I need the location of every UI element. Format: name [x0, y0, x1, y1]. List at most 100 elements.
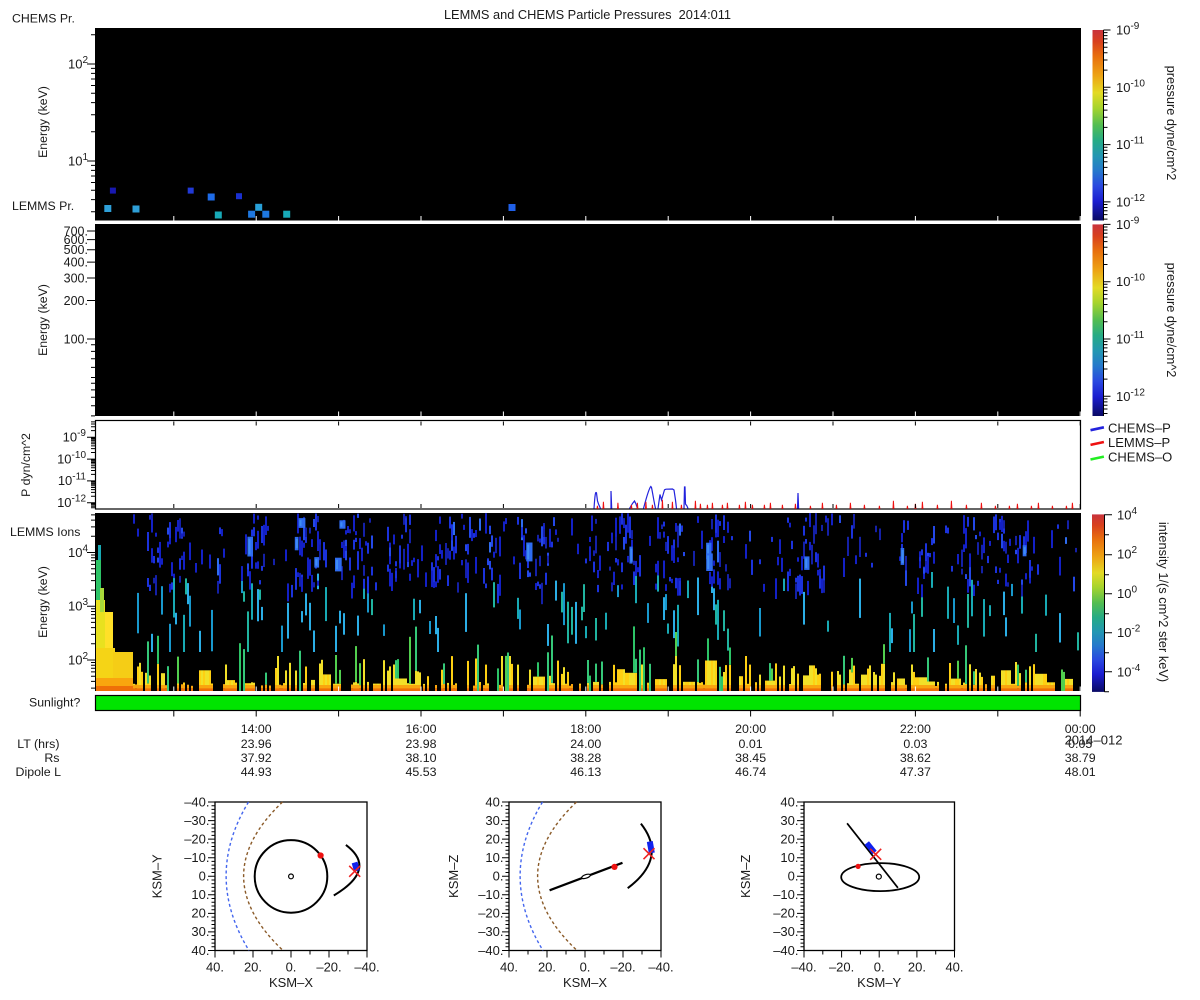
svg-text:10-10: 10-10: [57, 450, 86, 467]
svg-text:20:00: 20:00: [735, 722, 766, 736]
svg-text:–20.: –20.: [184, 831, 209, 846]
svg-text:40.: 40.: [206, 960, 224, 975]
svg-text:LEMMS and CHEMS Particle Press: LEMMS and CHEMS Particle Pressures 2014:…: [444, 7, 731, 22]
svg-text:102: 102: [1117, 545, 1137, 562]
svg-text:104: 104: [1117, 506, 1137, 523]
svg-text:14:00: 14:00: [241, 722, 272, 736]
svg-text:20.: 20.: [191, 906, 209, 921]
svg-text:47.37: 47.37: [900, 765, 931, 779]
svg-text:20.: 20.: [780, 831, 798, 846]
svg-text:pressure dyne/cm^2: pressure dyne/cm^2: [1164, 263, 1179, 378]
svg-text:–20.: –20.: [478, 906, 503, 921]
svg-text:40.: 40.: [500, 960, 518, 975]
svg-text:–40.: –40.: [478, 943, 503, 958]
svg-text:2014–012: 2014–012: [1065, 733, 1123, 748]
svg-text:KSM–X: KSM–X: [563, 975, 607, 990]
svg-text:30.: 30.: [780, 813, 798, 828]
svg-text:20.: 20.: [538, 960, 556, 975]
svg-text:10-9: 10-9: [1116, 215, 1140, 232]
svg-text:–20.: –20.: [829, 960, 854, 975]
svg-text:–30.: –30.: [478, 924, 503, 939]
svg-text:0.03: 0.03: [903, 737, 927, 751]
svg-text:103: 103: [68, 597, 88, 614]
svg-text:10-11: 10-11: [1116, 136, 1145, 153]
svg-text:KSM–Y: KSM–Y: [857, 975, 901, 990]
svg-text:10-4: 10-4: [1117, 663, 1141, 680]
svg-text:–40.: –40.: [791, 960, 816, 975]
svg-text:–10.: –10.: [184, 850, 209, 865]
svg-text:38.62: 38.62: [900, 751, 931, 765]
svg-text:16:00: 16:00: [405, 722, 436, 736]
svg-text:10-2: 10-2: [1117, 624, 1141, 641]
svg-text:LEMMS Ions: LEMMS Ions: [10, 525, 80, 539]
svg-text:KSM–Z: KSM–Z: [738, 855, 753, 898]
svg-text:0.: 0.: [199, 869, 210, 884]
svg-text:10-9: 10-9: [63, 428, 87, 445]
svg-text:100.: 100.: [64, 333, 88, 347]
svg-text:46.74: 46.74: [735, 765, 766, 779]
svg-text:10.: 10.: [485, 850, 503, 865]
svg-text:P dyn/cm^2: P dyn/cm^2: [19, 433, 33, 497]
svg-text:CHEMS Pr.: CHEMS Pr.: [12, 12, 75, 26]
svg-text:20.: 20.: [244, 960, 262, 975]
svg-text:300.: 300.: [64, 272, 88, 286]
svg-text:400.: 400.: [64, 256, 88, 270]
svg-text:–20.: –20.: [610, 960, 635, 975]
svg-text:10-12: 10-12: [57, 494, 86, 511]
svg-text:37.92: 37.92: [241, 751, 272, 765]
svg-text:20.: 20.: [908, 960, 926, 975]
svg-text:–30.: –30.: [184, 813, 209, 828]
svg-text:102: 102: [68, 55, 88, 72]
svg-text:102: 102: [68, 651, 88, 668]
svg-text:CHEMS–P: CHEMS–P: [1108, 420, 1171, 435]
svg-text:101: 101: [68, 152, 88, 169]
svg-text:LEMMS Pr.: LEMMS Pr.: [12, 199, 74, 213]
svg-text:–40.: –40.: [773, 943, 798, 958]
svg-text:23.96: 23.96: [241, 737, 272, 751]
svg-text:–20.: –20.: [773, 906, 798, 921]
svg-text:Dipole L: Dipole L: [16, 765, 62, 779]
svg-text:Rs: Rs: [44, 751, 59, 765]
svg-text:104: 104: [68, 543, 88, 560]
svg-text:38.79: 38.79: [1065, 751, 1096, 765]
svg-text:38.28: 38.28: [570, 751, 601, 765]
svg-text:KSM–Z: KSM–Z: [446, 855, 461, 898]
svg-text:KSM–X: KSM–X: [269, 975, 313, 990]
svg-text:10.: 10.: [780, 850, 798, 865]
svg-text:pressure dyne/cm^2: pressure dyne/cm^2: [1164, 66, 1179, 181]
svg-text:–10.: –10.: [478, 887, 503, 902]
svg-text:LEMMS–P: LEMMS–P: [1108, 435, 1170, 450]
svg-text:KSM–Y: KSM–Y: [150, 854, 165, 898]
svg-text:23.98: 23.98: [405, 737, 436, 751]
svg-text:Energy (keV): Energy (keV): [36, 284, 50, 356]
svg-text:–20.: –20.: [316, 960, 341, 975]
svg-text:Energy (keV): Energy (keV): [36, 566, 50, 638]
svg-text:22:00: 22:00: [900, 722, 931, 736]
svg-text:intensity 1/(s cm^2 ster keV): intensity 1/(s cm^2 ster keV): [1156, 522, 1171, 682]
svg-text:Sunlight?: Sunlight?: [29, 696, 80, 710]
svg-text:10-9: 10-9: [1116, 21, 1140, 38]
svg-text:Energy (keV): Energy (keV): [36, 86, 50, 158]
svg-text:45.53: 45.53: [405, 765, 436, 779]
svg-text:–40.: –40.: [184, 794, 209, 809]
svg-text:–40.: –40.: [648, 960, 673, 975]
svg-text:10.: 10.: [191, 887, 209, 902]
svg-text:10-12: 10-12: [1116, 387, 1145, 404]
svg-text:10-12: 10-12: [1116, 193, 1145, 210]
svg-text:100: 100: [1117, 584, 1137, 601]
svg-text:0.01: 0.01: [739, 737, 763, 751]
svg-text:–40.: –40.: [354, 960, 379, 975]
svg-text:40.: 40.: [485, 794, 503, 809]
svg-text:–10.: –10.: [773, 887, 798, 902]
svg-text:38.45: 38.45: [735, 751, 766, 765]
svg-text:10-11: 10-11: [1116, 330, 1145, 347]
svg-text:40.: 40.: [780, 794, 798, 809]
svg-text:44.93: 44.93: [241, 765, 272, 779]
svg-text:CHEMS–O: CHEMS–O: [1108, 450, 1172, 465]
svg-text:0.: 0.: [286, 960, 297, 975]
svg-text:40.: 40.: [191, 943, 209, 958]
svg-text:38.10: 38.10: [405, 751, 436, 765]
svg-text:10-11: 10-11: [58, 472, 87, 489]
svg-text:LT (hrs): LT (hrs): [17, 737, 59, 751]
svg-text:0.: 0.: [874, 960, 885, 975]
